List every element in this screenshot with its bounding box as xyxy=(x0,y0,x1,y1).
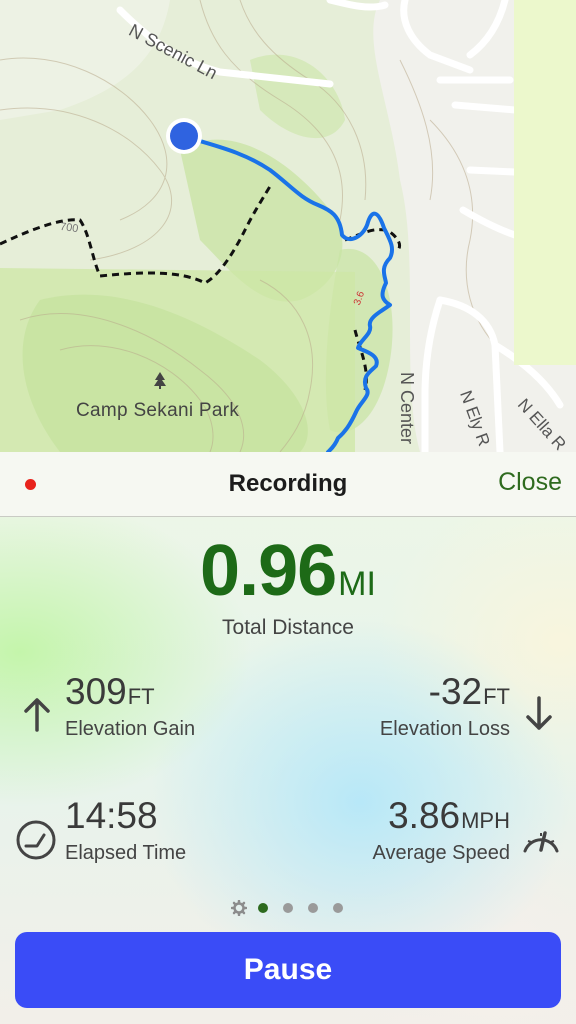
park-name-label: Camp Sekani Park xyxy=(76,400,240,421)
elevation-loss-value: -32FT xyxy=(429,671,510,713)
gauge-icon xyxy=(523,831,559,853)
recording-title: Recording xyxy=(228,470,348,497)
elevation-gain-number: 309 xyxy=(65,671,127,712)
distance-unit: MI xyxy=(338,565,376,603)
pause-button[interactable]: Pause xyxy=(15,932,561,1008)
map-view[interactable]: Camp Sekani Park N Scenic Ln N Center N … xyxy=(0,0,576,452)
average-speed-value: 3.86MPH xyxy=(388,795,510,837)
gear-icon[interactable] xyxy=(231,900,247,916)
elevation-gain-unit: FT xyxy=(127,684,155,709)
elevation-gain-label: Elevation Gain xyxy=(65,718,196,740)
elapsed-time-value: 14:58 xyxy=(65,795,158,836)
elevation-loss-unit: FT xyxy=(483,684,510,709)
street-label-center: N Center xyxy=(397,372,417,445)
elevation-gain-value: 309FT xyxy=(65,671,155,713)
recording-panel: Recording Close 0.96MI Total Distance 30… xyxy=(0,452,576,1024)
page-dot-1[interactable] xyxy=(258,903,268,913)
map-canvas[interactable] xyxy=(0,0,576,452)
total-distance: 0.96MI xyxy=(0,530,576,612)
elevation-loss-number: -32 xyxy=(428,671,483,712)
average-speed-number: 3.86 xyxy=(388,795,461,836)
average-speed-label: Average Speed xyxy=(372,842,510,864)
distance-value: 0.96 xyxy=(200,531,337,611)
clock-icon xyxy=(16,820,56,860)
recording-header: Recording Close xyxy=(0,452,576,517)
current-location-icon xyxy=(170,122,198,150)
arrow-down-icon xyxy=(526,696,552,730)
close-button[interactable]: Close xyxy=(498,468,562,497)
distance-label: Total Distance xyxy=(222,616,354,639)
elapsed-time-label: Elapsed Time xyxy=(65,842,187,864)
page-dot-4[interactable] xyxy=(333,903,343,913)
page-dot-2[interactable] xyxy=(283,903,293,913)
elevation-loss-label: Elevation Loss xyxy=(379,718,510,740)
arrow-up-icon xyxy=(24,698,50,732)
average-speed-unit: MPH xyxy=(461,808,510,833)
trail-number-label: 700 xyxy=(59,220,80,236)
page-dot-3[interactable] xyxy=(308,903,318,913)
